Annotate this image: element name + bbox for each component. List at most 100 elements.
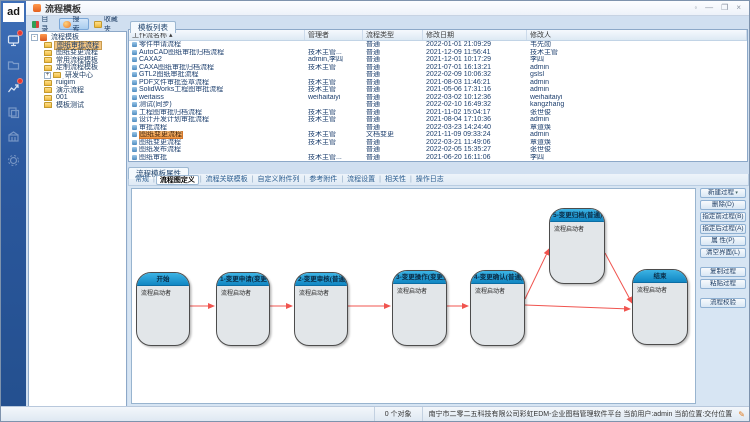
table-cell: 2022-01-01 21:09:29 [423,41,527,49]
tree-item[interactable]: ruigim [44,79,126,87]
chevron-down-icon: ▾ [734,190,738,196]
column-header[interactable]: 修改日期 [423,30,527,40]
tree-item[interactable]: 001 [44,94,126,102]
flow-node[interactable]: 4-变更确认(普通)流程启动者 [470,270,525,346]
tab-5[interactable]: 流程设置 [344,175,378,185]
tree-item[interactable]: 图纸变更流程 [44,49,126,57]
tree-item[interactable]: 演示流程 [44,87,126,95]
flow-node[interactable]: 1-变更申请(变更申流程启动者 [216,272,270,346]
flowchart-canvas[interactable]: 开始流程启动者 1-变更申请(变更申流程启动者 2-变更审核(普通)流程启动者 3-变… [131,188,696,404]
tree-item[interactable]: 常用流程模板 [44,57,126,65]
flow-button[interactable]: 复制过程 [700,267,746,277]
tab-separator: | [200,176,202,183]
flow-button[interactable]: 粘贴过程 [700,279,746,289]
gear-icon[interactable] [1,148,26,172]
column-header[interactable]: 流程类型 [363,30,423,40]
flow-button[interactable]: 属 性(P) [700,236,746,246]
copy-icon[interactable] [1,100,26,124]
flow-button[interactable]: 清空界面(L) [700,248,746,258]
table-row[interactable]: 审批流程普通2022-03-23 14:24:40覃道焕 [129,124,747,132]
minimize-icon[interactable]: — [705,3,713,13]
tab-0[interactable]: 常规 [132,175,152,185]
workflow-name: 图纸审批 [139,154,167,161]
table-row[interactable]: 图纸变更流程技术主管普通2022-03-21 11:49:06覃道焕 [129,139,747,147]
flow-node[interactable]: 3-变更操作(变更操流程启动者 [392,270,447,346]
close-icon[interactable]: × [736,3,741,13]
table-row[interactable]: 图纸发布流程普通2022-02-05 15:35:27张世俊 [129,146,747,154]
root-node-icon [40,34,47,41]
column-header[interactable]: 管理者 [305,30,363,40]
table-row[interactable]: PDF文件审批签章流程技术主管普通2021-08-03 11:46:21admi… [129,79,747,87]
window-controls: ◦ — ❐ × [694,3,749,13]
tab-1[interactable]: 流程图定义 [156,175,199,185]
table-cell: 普通 [363,154,423,162]
restore-icon[interactable]: ❐ [721,3,728,13]
flow-node[interactable]: 开始流程启动者 [136,272,190,346]
table-row[interactable]: CAXA图纸审批归档流程技术主管普通2021-07-01 16:13:21adm… [129,64,747,72]
edit-pencil-icon[interactable]: ✎ [738,410,749,419]
table-cell: 普通 [363,56,423,64]
tab-template-list[interactable]: 模板列表 [130,21,176,33]
flow-edge [525,249,549,299]
table-row[interactable]: 设计开发计划审批流程技术主管普通2021-08-04 17:10:36admin [129,116,747,124]
tree-item-label: 研发中心 [63,72,95,80]
monitor-icon[interactable] [1,28,26,52]
tab-7[interactable]: 操作日志 [413,175,447,185]
table-cell [305,146,363,154]
tab-separator: | [252,176,254,183]
tree-item[interactable]: + 研发中心 [44,72,126,80]
table-row[interactable]: SolidWorks工程图审批流程技术主管普通2021-05-06 17:31:… [129,86,747,94]
status-bar: 0 个对象 南宁市二零二五科技有限公司彩虹EDM-企业图档管理软件平台 当前用户… [1,406,749,421]
flow-node[interactable]: 结束流程启动者 [632,269,688,345]
table-cell: 2022-03-02 10:12:36 [423,94,527,102]
tab-6[interactable]: 相关性 [382,175,409,185]
table-cell: 普通 [363,64,423,72]
tree-item[interactable]: 定制流程模板 [44,64,126,72]
table-cell: 普通 [363,116,423,124]
column-header[interactable]: 修改人 [527,30,747,40]
flow-toolbar: 新建过程 ▾ 删除(D) 指定前过程(B) 指定后过程(A) 属 性(P) 清空界面(L)… [698,188,748,310]
table-cell: 技术主管... [305,49,363,57]
table-cell: AutoCAD图纸审批归档流程 [129,49,305,57]
workflow-name: 设计开发计划审批流程 [139,116,209,123]
tab-2[interactable]: 流程关联模板 [203,175,251,185]
flow-button[interactable]: 流程校验 [700,298,746,308]
folder-icon[interactable] [1,52,26,76]
tree-item[interactable]: 模板测试 [44,102,126,110]
app-window: ad 流程模板 ◦—❐× 目录搜索收藏夹 - 流程模板 图纸审批流程图纸变更流程… [0,0,750,422]
table-row[interactable]: 图纸变更流程技术主管文档变更2021-11-09 09:33:24admin [129,131,747,139]
table-row[interactable]: CAXA2admin,李四普通2021-12-01 10:17:29李四 [129,56,747,64]
tree-item-label: 定制流程模板 [54,64,100,72]
table-cell: 2021-11-02 15:04:17 [423,109,527,117]
workflow-icon [132,155,137,160]
flow-node[interactable]: 5-变更归档(普通)流程启动者 [549,208,605,284]
table-cell: 普通 [363,146,423,154]
table-row[interactable]: weitaissweihaitaiyi普通2022-03-02 10:12:36… [129,94,747,102]
settings-icon[interactable]: ◦ [694,3,697,13]
flow-node-role: 流程启动者 [550,222,604,235]
tab-3[interactable]: 自定义附件列 [254,175,302,185]
tab-4[interactable]: 参考附件 [306,175,340,185]
table-row[interactable]: 测试(同步)普通2022-02-10 16:49:32kangzhang [129,101,747,109]
table-cell: 技术主管 [305,109,363,117]
workflow-name: CAXA2 [139,56,162,63]
table-row[interactable]: AutoCAD图纸审批归档流程技术主管...普通2021-12-09 11:56… [129,49,747,57]
flow-button[interactable]: 新建过程 ▾ [700,188,746,198]
favorites-button[interactable]: 收藏夹 [90,18,127,30]
table-row[interactable]: 零件申请流程普通2022-01-01 21:09:29韦先勋 [129,41,747,49]
flow-node[interactable]: 2-变更审核(普通)流程启动者 [294,272,348,346]
flow-button[interactable]: 指定前过程(B) [700,212,746,222]
search-button[interactable]: 搜索 [59,18,89,30]
flow-button[interactable]: 指定后过程(A) [700,224,746,234]
table-cell: 2021-12-09 11:56:41 [423,49,527,57]
flow-button[interactable]: 删除(D) [700,200,746,210]
org-icon[interactable] [1,124,26,148]
table-row[interactable]: GTL2图纸审批流程普通2022-02-09 10:06:32gslsl [129,71,747,79]
table-row[interactable]: 图纸审批技术主管...普通2021-06-20 16:11:06李四 [129,154,747,162]
table-row[interactable]: 工程图审批归档流程技术主管普通2021-11-02 15:04:17张世俊 [129,109,747,117]
tree-item[interactable]: 图纸审批流程 [44,42,126,50]
expand-icon[interactable]: + [44,72,51,79]
catalog-button[interactable]: 目录 [28,18,58,30]
collapse-icon[interactable]: - [31,34,38,41]
chart-icon[interactable] [1,76,26,100]
